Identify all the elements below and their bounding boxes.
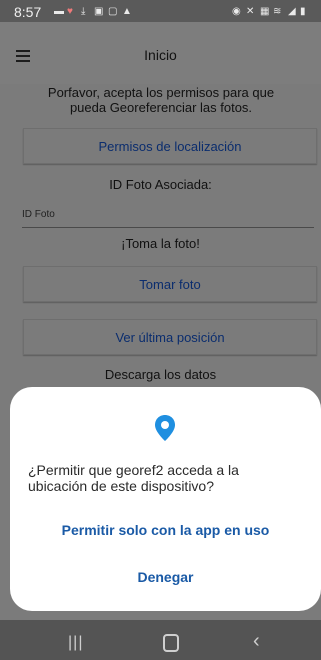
photo-id-field[interactable] xyxy=(22,227,314,228)
take-photo-heading: ¡Toma la foto! xyxy=(121,236,200,251)
photo-id-field-label: ID Foto xyxy=(22,209,55,220)
alarm-icon: ◉ xyxy=(232,6,241,17)
wifi-icon: ≋ xyxy=(273,6,282,17)
photo-icon: ▢ xyxy=(108,6,118,17)
download-heading: Descarga los datos xyxy=(104,367,217,382)
page-title: Inicio xyxy=(144,47,177,63)
location-pin-icon xyxy=(155,415,175,441)
recents-icon[interactable]: ||| xyxy=(68,634,83,652)
cloud-icon: ▲ xyxy=(122,6,132,17)
location-permissions-button[interactable]: Permisos de localización xyxy=(23,128,317,164)
allow-while-using-button[interactable]: Permitir solo con la app en uso xyxy=(10,522,321,538)
dialog-message: ¿Permitir que georef2 acceda a la ubicac… xyxy=(28,462,239,494)
back-icon[interactable]: ‹ xyxy=(253,630,260,653)
status-time: 8:57 xyxy=(14,4,42,20)
last-position-button[interactable]: Ver última posición xyxy=(23,319,317,355)
mute-icon: ✕ xyxy=(246,6,255,17)
image-icon: ▣ xyxy=(94,6,104,17)
heart-icon: ♥ xyxy=(67,6,73,17)
download-icon: ⤓ xyxy=(81,6,86,17)
home-icon[interactable] xyxy=(163,634,179,652)
signal-icon: ◢ xyxy=(288,6,296,17)
chat-icon: ▬ xyxy=(54,6,64,17)
navigation-bar xyxy=(0,620,321,660)
take-photo-button[interactable]: Tomar foto xyxy=(23,266,317,302)
permission-message: Porfavor, acepta los permisos para que p… xyxy=(47,85,275,115)
lock-icon: ▦ xyxy=(260,6,270,17)
photo-id-heading: ID Foto Asociada: xyxy=(109,177,212,192)
battery-icon: ▮ xyxy=(300,6,306,17)
deny-button[interactable]: Denegar xyxy=(10,569,321,585)
